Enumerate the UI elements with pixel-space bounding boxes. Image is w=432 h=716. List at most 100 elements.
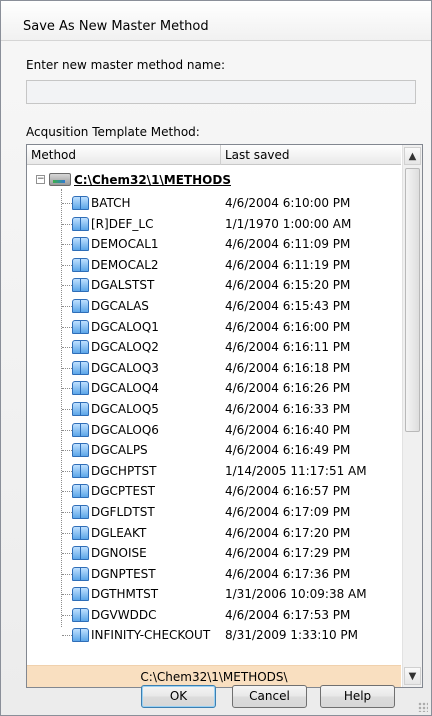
ok-button[interactable]: OK	[141, 685, 216, 708]
tree-root-label[interactable]: C:\Chem32\1\METHODS	[74, 171, 231, 189]
tree-branch-line	[62, 573, 72, 575]
method-book-icon	[72, 257, 89, 272]
method-book-icon	[72, 587, 89, 602]
method-last-saved: 4/6/2004 6:11:19 PM	[225, 257, 351, 272]
method-last-saved: 4/6/2004 6:10:00 PM	[225, 196, 351, 210]
tree-branch-line	[62, 553, 72, 555]
method-row[interactable]: DGFLDTST 4/6/2004 6:17:09 PM	[27, 502, 401, 523]
method-last-saved: 4/6/2004 6:17:29 PM	[225, 546, 351, 561]
method-name: DGCALOQ6	[91, 422, 159, 437]
tree-branch-line	[62, 635, 72, 637]
column-header: Method Last saved	[27, 145, 401, 165]
method-last-saved: 4/6/2004 6:16:26 PM	[225, 381, 351, 396]
cancel-button[interactable]: Cancel	[232, 685, 307, 708]
method-row[interactable]: DGCALOQ5 4/6/2004 6:16:33 PM	[27, 399, 401, 420]
scroll-down-button[interactable]: ▼	[404, 667, 421, 685]
template-method-label: Acqusition Template Method:	[26, 125, 200, 139]
method-book-icon	[72, 319, 89, 334]
method-book-icon	[72, 422, 89, 437]
method-name: INFINITY-CHECKOUT	[91, 628, 211, 643]
method-book-icon	[72, 484, 89, 499]
method-last-saved: 1/31/2006 10:09:38 AM	[225, 587, 367, 602]
template-method-list[interactable]: Method Last saved − C:\Chem32\1\METHODS …	[26, 144, 423, 688]
method-book-icon	[72, 443, 89, 458]
tree-branch-line	[62, 594, 72, 596]
scroll-up-button[interactable]: ▲	[404, 147, 421, 165]
dialog-title: Save As New Master Method	[1, 1, 431, 41]
method-name: DGNOISE	[91, 546, 147, 561]
method-book-icon	[72, 607, 89, 622]
tree-branch-line	[62, 511, 72, 513]
collapse-icon[interactable]: −	[36, 175, 45, 184]
method-last-saved: 4/6/2004 6:16:49 PM	[225, 443, 351, 458]
method-book-icon	[72, 237, 89, 252]
method-name: DGCALPS	[91, 443, 148, 458]
method-book-icon	[72, 566, 89, 581]
method-row[interactable]: BATCH 4/6/2004 6:10:00 PM	[27, 193, 401, 214]
method-row[interactable]: DGNPTEST 4/6/2004 6:17:36 PM	[27, 564, 401, 585]
method-row[interactable]: DGCALAS 4/6/2004 6:15:43 PM	[27, 296, 401, 317]
method-book-icon	[72, 504, 89, 519]
method-book-icon	[72, 381, 89, 396]
method-row[interactable]: DGCALPS 4/6/2004 6:16:49 PM	[27, 440, 401, 461]
tree-branch-line	[62, 326, 72, 328]
method-name-input[interactable]	[26, 80, 416, 104]
method-name: DGCHPTST	[91, 463, 157, 478]
tree-branch-line	[62, 264, 72, 266]
method-row[interactable]: DEMOCAL2 4/6/2004 6:11:19 PM	[27, 255, 401, 276]
method-row[interactable]: DGCALOQ1 4/6/2004 6:16:00 PM	[27, 317, 401, 338]
method-name: DEMOCAL1	[91, 237, 159, 252]
method-book-icon	[72, 216, 89, 231]
method-name: DGCALOQ5	[91, 401, 159, 416]
method-book-icon	[72, 401, 89, 416]
method-last-saved: 4/6/2004 6:17:36 PM	[225, 566, 351, 581]
method-rows: BATCH 4/6/2004 6:10:00 PM [R]DEF_LC 1/1/197…	[27, 193, 401, 646]
tree-branch-line	[62, 305, 72, 307]
method-row[interactable]: DGCALOQ6 4/6/2004 6:16:40 PM	[27, 420, 401, 441]
method-last-saved: 4/6/2004 6:16:33 PM	[225, 401, 351, 416]
method-row[interactable]: DEMOCAL1 4/6/2004 6:11:09 PM	[27, 234, 401, 255]
method-name: DGFLDTST	[91, 504, 155, 519]
scroll-thumb[interactable]	[405, 168, 420, 432]
tree-branch-line	[62, 203, 72, 204]
method-row[interactable]: DGCHPTST 1/14/2005 11:17:51 AM	[27, 461, 401, 482]
column-header-last-saved[interactable]: Last saved	[221, 145, 401, 165]
resize-grip[interactable]	[418, 702, 428, 712]
method-name: DGTHMTST	[91, 587, 159, 602]
method-row[interactable]: DGCALOQ4 4/6/2004 6:16:26 PM	[27, 378, 401, 399]
method-row[interactable]: DGNOISE 4/6/2004 6:17:29 PM	[27, 543, 401, 564]
method-row[interactable]: [R]DEF_LC 1/1/1970 1:00:00 AM	[27, 214, 401, 235]
method-last-saved: 4/6/2004 6:17:09 PM	[225, 504, 351, 519]
selected-path: C:\Chem32\1\METHODS\	[27, 665, 401, 687]
method-row[interactable]: DGLEAKT 4/6/2004 6:17:20 PM	[27, 523, 401, 544]
method-name: DGCALOQ1	[91, 319, 159, 334]
method-last-saved: 4/6/2004 6:16:18 PM	[225, 360, 351, 375]
column-header-method[interactable]: Method	[27, 145, 221, 165]
method-last-saved: 4/6/2004 6:17:20 PM	[225, 525, 351, 540]
tree-branch-line	[62, 347, 72, 349]
method-row[interactable]: DGVWDDC 4/6/2004 6:17:53 PM	[27, 605, 401, 626]
method-row[interactable]: DGCPTEST 4/6/2004 6:16:57 PM	[27, 481, 401, 502]
drive-icon	[49, 173, 71, 186]
method-name: BATCH	[91, 196, 131, 210]
method-row[interactable]: DGALSTST 4/6/2004 6:15:20 PM	[27, 275, 401, 296]
method-last-saved: 4/6/2004 6:17:53 PM	[225, 607, 351, 622]
method-last-saved: 4/6/2004 6:15:20 PM	[225, 278, 351, 293]
method-last-saved: 4/6/2004 6:15:43 PM	[225, 298, 351, 313]
method-row[interactable]: DGTHMTST 1/31/2006 10:09:38 AM	[27, 584, 401, 605]
method-row[interactable]: INFINITY-CHECKOUT 8/31/2009 1:33:10 PM	[27, 625, 401, 646]
method-last-saved: 8/31/2009 1:33:10 PM	[225, 628, 359, 643]
tree-branch-line	[62, 491, 72, 493]
method-row[interactable]: DGCALOQ3 4/6/2004 6:16:18 PM	[27, 358, 401, 379]
method-book-icon	[72, 546, 89, 561]
tree-branch-line	[62, 429, 72, 431]
vertical-scrollbar[interactable]: ▲ ▼	[402, 145, 422, 687]
method-name: DGLEAKT	[91, 525, 147, 540]
method-last-saved: 4/6/2004 6:16:57 PM	[225, 484, 351, 499]
tree-branch-line	[62, 388, 72, 390]
help-button[interactable]: Help	[320, 685, 395, 708]
method-name: DGCALOQ4	[91, 381, 159, 396]
method-book-icon	[72, 360, 89, 375]
method-row[interactable]: DGCALOQ2 4/6/2004 6:16:11 PM	[27, 337, 401, 358]
tree-branch-line	[62, 614, 72, 616]
